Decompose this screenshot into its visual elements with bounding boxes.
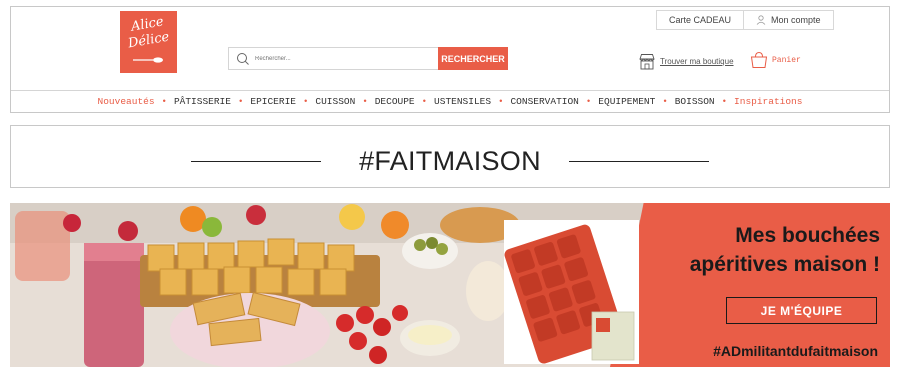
store-icon xyxy=(639,54,655,70)
store-locator-label: Trouver ma boutique xyxy=(660,57,734,66)
nav-separator: • xyxy=(421,96,428,107)
banner-title: #FAITMAISON xyxy=(359,146,541,176)
search-bar: RECHERCHER xyxy=(228,47,508,70)
hero-title-line2: apéritives maison ! xyxy=(689,253,880,276)
nav-separator: • xyxy=(302,96,309,107)
silicone-mold-product xyxy=(504,220,639,364)
user-icon xyxy=(756,15,766,25)
nav-separator: • xyxy=(498,96,504,107)
account-link[interactable]: Mon compte xyxy=(743,11,833,29)
nav-separator: • xyxy=(662,96,668,107)
account-label: Mon compte xyxy=(771,15,821,25)
nav-item-inspirations[interactable]: Inspirations xyxy=(734,96,802,107)
shopping-bag-icon xyxy=(750,51,768,68)
nav-separator: • xyxy=(161,96,167,107)
hero-banner[interactable]: Mes bouchées apéritives maison ! JE M'ÉQ… xyxy=(10,203,890,367)
nav-item-ustensiles[interactable]: USTENSILES xyxy=(434,96,491,107)
spoon-icon xyxy=(133,57,163,63)
nav-item-cuisson[interactable]: CUISSON xyxy=(315,96,355,107)
top-links: Carte CADEAU Mon compte xyxy=(656,10,834,30)
nav-separator: • xyxy=(721,96,728,107)
store-locator-link[interactable]: Trouver ma boutique xyxy=(638,53,734,70)
nav-separator: • xyxy=(362,96,368,107)
nav-item-equipement[interactable]: EQUIPEMENT xyxy=(598,96,655,107)
nav-item-nouveautes[interactable]: Nouveautés xyxy=(98,96,155,107)
gift-card-link[interactable]: Carte CADEAU xyxy=(657,11,743,29)
cart-link[interactable]: Panier xyxy=(750,51,801,69)
nav-item-epicerie[interactable]: EPICERIE xyxy=(250,96,296,107)
cart-label: Panier xyxy=(772,55,801,65)
nav-separator: • xyxy=(237,96,244,107)
hero-title-line1: Mes bouchées xyxy=(735,224,880,247)
search-icon xyxy=(237,52,249,65)
brand-logo[interactable]: Alice Délice xyxy=(120,11,177,73)
nav-item-boisson[interactable]: BOISSON xyxy=(675,96,715,107)
nav-item-decoupe[interactable]: DECOUPE xyxy=(375,96,415,107)
main-nav: Nouveautés • PÂTISSERIE • EPICERIE • CUI… xyxy=(11,90,889,112)
nav-item-conservation[interactable]: CONSERVATION xyxy=(510,96,578,107)
site-header: Alice Délice Carte CADEAU Mon compte REC… xyxy=(10,6,890,113)
nav-separator: • xyxy=(585,96,592,107)
hero-title: Mes bouchées apéritives maison ! xyxy=(650,221,880,279)
cta-button[interactable]: JE M'ÉQUIPE xyxy=(726,297,877,324)
nav-item-patisserie[interactable]: PÂTISSERIE xyxy=(174,96,231,107)
banner-rule-right xyxy=(569,161,709,162)
hashtag-banner: #FAITMAISON xyxy=(10,125,890,188)
hero-hashtag: #ADmilitantdufaitmaison xyxy=(713,343,878,359)
search-button[interactable]: RECHERCHER xyxy=(438,47,508,70)
